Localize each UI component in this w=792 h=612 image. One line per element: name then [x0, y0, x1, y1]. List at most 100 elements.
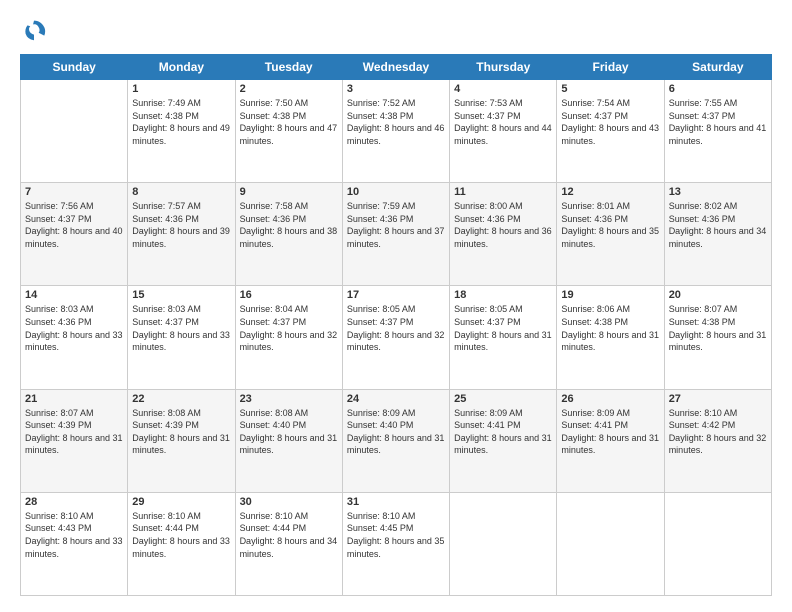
day-number: 7: [25, 186, 123, 198]
calendar-cell: 2 Sunrise: 7:50 AMSunset: 4:38 PMDaylight…: [235, 80, 342, 183]
calendar-cell: 16 Sunrise: 8:04 AMSunset: 4:37 PMDayligh…: [235, 286, 342, 389]
cell-info: Sunrise: 8:06 AMSunset: 4:38 PMDaylight:…: [561, 303, 659, 353]
cell-info: Sunrise: 7:54 AMSunset: 4:37 PMDaylight:…: [561, 97, 659, 147]
calendar-cell: 31 Sunrise: 8:10 AMSunset: 4:45 PMDayligh…: [342, 492, 449, 595]
calendar-cell: 5 Sunrise: 7:54 AMSunset: 4:37 PMDaylight…: [557, 80, 664, 183]
cell-info: Sunrise: 8:09 AMSunset: 4:41 PMDaylight:…: [454, 407, 552, 457]
calendar-cell: 3 Sunrise: 7:52 AMSunset: 4:38 PMDaylight…: [342, 80, 449, 183]
calendar-cell: 26Sunrise: 8:09 AMSunset: 4:41 PMDayligh…: [557, 389, 664, 492]
day-number: 2: [240, 83, 338, 95]
day-number: 22: [132, 393, 230, 405]
day-number: 4: [454, 83, 552, 95]
week-row-0: 1 Sunrise: 7:49 AMSunset: 4:38 PMDaylight…: [21, 80, 772, 183]
cell-info: Sunrise: 8:08 AMSunset: 4:39 PMDaylight:…: [132, 407, 230, 457]
cell-info: Sunrise: 7:52 AMSunset: 4:38 PMDaylight:…: [347, 97, 445, 147]
cell-info: Sunrise: 7:53 AMSunset: 4:37 PMDaylight:…: [454, 97, 552, 147]
calendar-cell: 30Sunrise: 8:10 AMSunset: 4:44 PMDayligh…: [235, 492, 342, 595]
calendar-cell: 29 Sunrise: 8:10 AMSunset: 4:44 PMDayligh…: [128, 492, 235, 595]
header: [20, 16, 772, 44]
day-number: 18: [454, 289, 552, 301]
calendar-cell: 10 Sunrise: 7:59 AMSunset: 4:36 PMDayligh…: [342, 183, 449, 286]
cell-info: Sunrise: 8:00 AMSunset: 4:36 PMDaylight:…: [454, 200, 552, 250]
day-number: 25: [454, 393, 552, 405]
cell-info: Sunrise: 7:50 AMSunset: 4:38 PMDaylight:…: [240, 97, 338, 147]
weekday-header-saturday: Saturday: [664, 55, 771, 80]
day-number: 8: [132, 186, 230, 198]
calendar-cell: 15Sunrise: 8:03 AMSunset: 4:37 PMDayligh…: [128, 286, 235, 389]
calendar-cell: 19 Sunrise: 8:06 AMSunset: 4:38 PMDayligh…: [557, 286, 664, 389]
calendar-cell: 28 Sunrise: 8:10 AMSunset: 4:43 PMDayligh…: [21, 492, 128, 595]
cell-info: Sunrise: 8:09 AMSunset: 4:40 PMDaylight:…: [347, 407, 445, 457]
week-row-1: 7 Sunrise: 7:56 AMSunset: 4:37 PMDaylight…: [21, 183, 772, 286]
cell-info: Sunrise: 8:04 AMSunset: 4:37 PMDaylight:…: [240, 303, 338, 353]
day-number: 10: [347, 186, 445, 198]
calendar-cell: 9Sunrise: 7:58 AMSunset: 4:36 PMDaylight…: [235, 183, 342, 286]
calendar-cell: 12 Sunrise: 8:01 AMSunset: 4:36 PMDayligh…: [557, 183, 664, 286]
calendar-cell: [21, 80, 128, 183]
day-number: 16: [240, 289, 338, 301]
cell-info: Sunrise: 8:05 AMSunset: 4:37 PMDaylight:…: [454, 303, 552, 353]
calendar-cell: [664, 492, 771, 595]
day-number: 29: [132, 496, 230, 508]
cell-info: Sunrise: 8:01 AMSunset: 4:36 PMDaylight:…: [561, 200, 659, 250]
logo: [20, 16, 52, 44]
calendar-cell: 21 Sunrise: 8:07 AMSunset: 4:39 PMDayligh…: [21, 389, 128, 492]
day-number: 24: [347, 393, 445, 405]
weekday-header-sunday: Sunday: [21, 55, 128, 80]
day-number: 3: [347, 83, 445, 95]
week-row-2: 14 Sunrise: 8:03 AMSunset: 4:36 PMDayligh…: [21, 286, 772, 389]
week-row-3: 21 Sunrise: 8:07 AMSunset: 4:39 PMDayligh…: [21, 389, 772, 492]
calendar-cell: 4 Sunrise: 7:53 AMSunset: 4:37 PMDaylight…: [450, 80, 557, 183]
cell-info: Sunrise: 8:09 AMSunset: 4:41 PMDaylight:…: [561, 407, 659, 457]
calendar-table: SundayMondayTuesdayWednesdayThursdayFrid…: [20, 54, 772, 596]
calendar-cell: 25 Sunrise: 8:09 AMSunset: 4:41 PMDayligh…: [450, 389, 557, 492]
calendar-cell: 11 Sunrise: 8:00 AMSunset: 4:36 PMDayligh…: [450, 183, 557, 286]
calendar-cell: [450, 492, 557, 595]
day-number: 27: [669, 393, 767, 405]
cell-info: Sunrise: 7:59 AMSunset: 4:36 PMDaylight:…: [347, 200, 445, 250]
day-number: 21: [25, 393, 123, 405]
calendar-cell: 7 Sunrise: 7:56 AMSunset: 4:37 PMDaylight…: [21, 183, 128, 286]
cell-info: Sunrise: 7:49 AMSunset: 4:38 PMDaylight:…: [132, 97, 230, 147]
day-number: 23: [240, 393, 338, 405]
cell-info: Sunrise: 8:10 AMSunset: 4:45 PMDaylight:…: [347, 510, 445, 560]
cell-info: Sunrise: 8:10 AMSunset: 4:44 PMDaylight:…: [132, 510, 230, 560]
weekday-header-tuesday: Tuesday: [235, 55, 342, 80]
cell-info: Sunrise: 8:10 AMSunset: 4:43 PMDaylight:…: [25, 510, 123, 560]
cell-info: Sunrise: 8:07 AMSunset: 4:39 PMDaylight:…: [25, 407, 123, 457]
day-number: 12: [561, 186, 659, 198]
weekday-header-wednesday: Wednesday: [342, 55, 449, 80]
day-number: 31: [347, 496, 445, 508]
cell-info: Sunrise: 8:10 AMSunset: 4:42 PMDaylight:…: [669, 407, 767, 457]
day-number: 1: [132, 83, 230, 95]
calendar-cell: 20Sunrise: 8:07 AMSunset: 4:38 PMDayligh…: [664, 286, 771, 389]
day-number: 15: [132, 289, 230, 301]
logo-icon: [20, 16, 48, 44]
calendar-cell: 23 Sunrise: 8:08 AMSunset: 4:40 PMDayligh…: [235, 389, 342, 492]
weekday-header-friday: Friday: [557, 55, 664, 80]
page: SundayMondayTuesdayWednesdayThursdayFrid…: [0, 0, 792, 612]
calendar-cell: 18 Sunrise: 8:05 AMSunset: 4:37 PMDayligh…: [450, 286, 557, 389]
calendar-cell: 22 Sunrise: 8:08 AMSunset: 4:39 PMDayligh…: [128, 389, 235, 492]
calendar-cell: 24 Sunrise: 8:09 AMSunset: 4:40 PMDayligh…: [342, 389, 449, 492]
day-number: 9: [240, 186, 338, 198]
cell-info: Sunrise: 8:08 AMSunset: 4:40 PMDaylight:…: [240, 407, 338, 457]
day-number: 20: [669, 289, 767, 301]
day-number: 13: [669, 186, 767, 198]
day-number: 30: [240, 496, 338, 508]
day-number: 17: [347, 289, 445, 301]
cell-info: Sunrise: 7:56 AMSunset: 4:37 PMDaylight:…: [25, 200, 123, 250]
day-number: 6: [669, 83, 767, 95]
calendar-cell: 6Sunrise: 7:55 AMSunset: 4:37 PMDaylight…: [664, 80, 771, 183]
day-number: 11: [454, 186, 552, 198]
day-number: 19: [561, 289, 659, 301]
day-number: 28: [25, 496, 123, 508]
day-number: 5: [561, 83, 659, 95]
cell-info: Sunrise: 8:03 AMSunset: 4:36 PMDaylight:…: [25, 303, 123, 353]
day-number: 14: [25, 289, 123, 301]
calendar-cell: 14 Sunrise: 8:03 AMSunset: 4:36 PMDayligh…: [21, 286, 128, 389]
calendar-cell: 13 Sunrise: 8:02 AMSunset: 4:36 PMDayligh…: [664, 183, 771, 286]
weekday-header-monday: Monday: [128, 55, 235, 80]
weekday-header-row: SundayMondayTuesdayWednesdayThursdayFrid…: [21, 55, 772, 80]
cell-info: Sunrise: 8:02 AMSunset: 4:36 PMDaylight:…: [669, 200, 767, 250]
